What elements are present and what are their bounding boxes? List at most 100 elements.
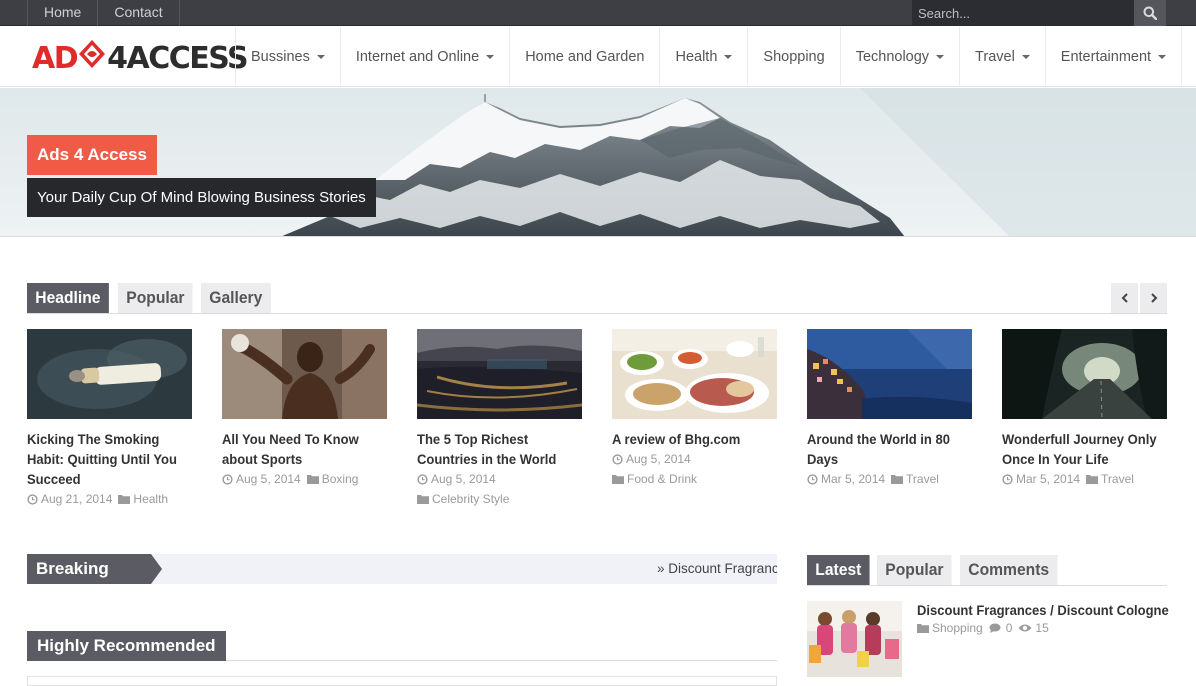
post-title[interactable]: Around the World in 80 Days xyxy=(807,429,973,469)
folder-icon xyxy=(118,495,131,504)
headline-posts: Kicking The Smoking Habit: Quitting Unti… xyxy=(27,329,1172,509)
hero-banner: Ads 4 Access Your Daily Cup Of Mind Blow… xyxy=(0,88,1196,237)
post-title[interactable]: The 5 Top Richest Countries in the World xyxy=(417,429,583,469)
nav-item-travel[interactable]: Travel xyxy=(959,27,1045,87)
nav-item-label: Entertainment xyxy=(1060,49,1152,65)
clock-icon xyxy=(807,473,818,485)
nav-item-health[interactable]: Health xyxy=(659,27,747,87)
chevron-down-icon xyxy=(724,55,733,59)
post-category[interactable]: Food & Drink xyxy=(612,469,697,489)
highly-recommended-header: Highly Recommended xyxy=(27,631,777,661)
hero-badge[interactable]: Ads 4 Access xyxy=(27,135,157,175)
nav-item-technology[interactable]: Technology xyxy=(839,27,959,87)
nav-item-label: Internet and Online xyxy=(355,49,480,65)
folder-icon xyxy=(1086,475,1099,484)
sidebar-post-meta: Shopping 0 15 xyxy=(917,621,1049,635)
eye-icon xyxy=(1018,624,1032,632)
post-date-text: Mar 5, 2014 xyxy=(821,472,886,486)
search-input[interactable] xyxy=(912,0,1134,26)
sidebar-post-comments[interactable]: 0 xyxy=(989,621,1013,635)
top-bar: Home Contact xyxy=(0,0,1196,26)
sidebar-post-category[interactable]: Shopping xyxy=(917,621,983,635)
post-category[interactable]: Travel xyxy=(1086,469,1134,489)
post-category-text: Food & Drink xyxy=(627,472,698,486)
slider-controls xyxy=(1111,283,1167,313)
post-category[interactable]: Travel xyxy=(891,469,939,489)
post-card: Around the World in 80 Days Mar 5, 2014 … xyxy=(807,329,972,489)
top-nav-home-link[interactable]: Home xyxy=(27,0,97,26)
site-header: AD 4ACCESS Bussines Internet and Online … xyxy=(0,27,1196,87)
sidebar-post-title[interactable]: Discount Fragrances / Discount Cologne xyxy=(917,601,1169,619)
clock-icon xyxy=(222,473,233,485)
nav-item-label: Home and Garden xyxy=(525,49,645,65)
chevron-down-icon xyxy=(936,55,945,59)
post-card: Kicking The Smoking Habit: Quitting Unti… xyxy=(27,329,192,509)
post-meta: Aug 5, 2014 Celebrity Style xyxy=(417,469,582,509)
highly-recommended-label: Highly Recommended xyxy=(27,631,226,661)
tab-popular[interactable]: Popular xyxy=(117,283,193,313)
post-category[interactable]: Celebrity Style xyxy=(417,489,509,509)
slider-prev-button[interactable] xyxy=(1111,283,1138,313)
search-button[interactable] xyxy=(1134,0,1166,26)
chevron-down-icon xyxy=(316,55,325,59)
post-thumbnail-road[interactable] xyxy=(1002,329,1167,419)
folder-icon xyxy=(417,495,429,504)
post-meta: Aug 5, 2014 Food & Drink xyxy=(612,449,777,489)
sidebar-post-views: 15 xyxy=(1018,621,1049,635)
post-title[interactable]: A review of Bhg.com xyxy=(612,429,778,449)
nav-item-internet-and-online[interactable]: Internet and Online xyxy=(339,27,509,87)
sidebar-post-thumbnail[interactable] xyxy=(807,601,902,677)
sidebar-post-comments-count: 0 xyxy=(1005,621,1013,635)
post-category-text: Health xyxy=(133,492,169,506)
nav-item-bussines[interactable]: Bussines xyxy=(235,27,340,87)
post-thumbnail-coast[interactable] xyxy=(807,329,972,419)
post-thumbnail-city[interactable] xyxy=(417,329,582,419)
top-nav: Home Contact xyxy=(27,0,180,26)
nav-item-label: Health xyxy=(675,49,718,65)
post-category-text: Boxing xyxy=(321,472,359,486)
post-thumbnail-smoking[interactable] xyxy=(27,329,192,419)
tab-latest[interactable]: Latest xyxy=(807,555,870,585)
post-meta: Mar 5, 2014 Travel xyxy=(1002,469,1167,489)
chevron-right-icon xyxy=(1150,293,1157,303)
post-title[interactable]: Wonderfull Journey Only Once In Your Lif… xyxy=(1002,429,1168,469)
slider-next-button[interactable] xyxy=(1140,283,1167,313)
main-nav: Bussines Internet and Online Home and Ga… xyxy=(235,27,1183,87)
sidebar-post: Discount Fragrances / Discount Cologne S… xyxy=(807,601,1169,677)
sidebar-post-category-text: Shopping xyxy=(932,621,983,635)
post-title[interactable]: All You Need To Know about Sports xyxy=(222,429,388,469)
hero-tagline: Your Daily Cup Of Mind Blowing Business … xyxy=(27,178,376,217)
double-chevron-right-icon: » xyxy=(657,561,665,576)
nav-item-home-and-garden[interactable]: Home and Garden xyxy=(509,27,659,87)
top-nav-contact-link[interactable]: Contact xyxy=(97,0,180,26)
post-title[interactable]: Kicking The Smoking Habit: Quitting Unti… xyxy=(27,429,193,489)
nav-item-entertainment[interactable]: Entertainment xyxy=(1044,27,1183,87)
clock-icon xyxy=(27,493,38,505)
nav-item-shopping[interactable]: Shopping xyxy=(747,27,839,87)
post-card: All You Need To Know about Sports Aug 5,… xyxy=(222,329,387,489)
nav-item-label: Travel xyxy=(975,49,1015,65)
post-date-text: Aug 21, 2014 xyxy=(41,492,113,506)
post-category[interactable]: Health xyxy=(118,489,168,509)
post-category[interactable]: Boxing xyxy=(306,469,359,489)
tab-comments[interactable]: Comments xyxy=(960,555,1058,585)
breaking-news-label: Breaking News xyxy=(27,554,162,584)
tab-popular-sidebar[interactable]: Popular xyxy=(877,555,952,585)
post-card: Wonderfull Journey Only Once In Your Lif… xyxy=(1002,329,1167,489)
chevron-down-icon xyxy=(486,55,495,59)
post-meta: Aug 21, 2014 Health xyxy=(27,489,192,509)
chevron-left-icon xyxy=(1121,293,1128,303)
post-thumbnail-sports[interactable] xyxy=(222,329,387,419)
breaking-news-ticker[interactable]: » Discount Fragrances / Discount Cologne xyxy=(657,554,777,584)
tab-headline[interactable]: Headline xyxy=(27,283,109,313)
post-category-text: Celebrity Style xyxy=(432,492,510,506)
tab-gallery[interactable]: Gallery xyxy=(201,283,271,313)
post-thumbnail-food[interactable] xyxy=(612,329,777,419)
post-category-text: Travel xyxy=(1101,472,1134,486)
breaking-news-bar: Breaking News » Discount Fragrances / Di… xyxy=(27,554,777,584)
chevron-down-icon xyxy=(1021,55,1030,59)
highly-recommended-box xyxy=(27,676,777,686)
sidebar-post-views-count: 15 xyxy=(1035,621,1049,635)
content-tabs: Headline Popular Gallery xyxy=(27,283,1167,314)
site-logo[interactable]: AD 4ACCESS xyxy=(32,40,249,76)
